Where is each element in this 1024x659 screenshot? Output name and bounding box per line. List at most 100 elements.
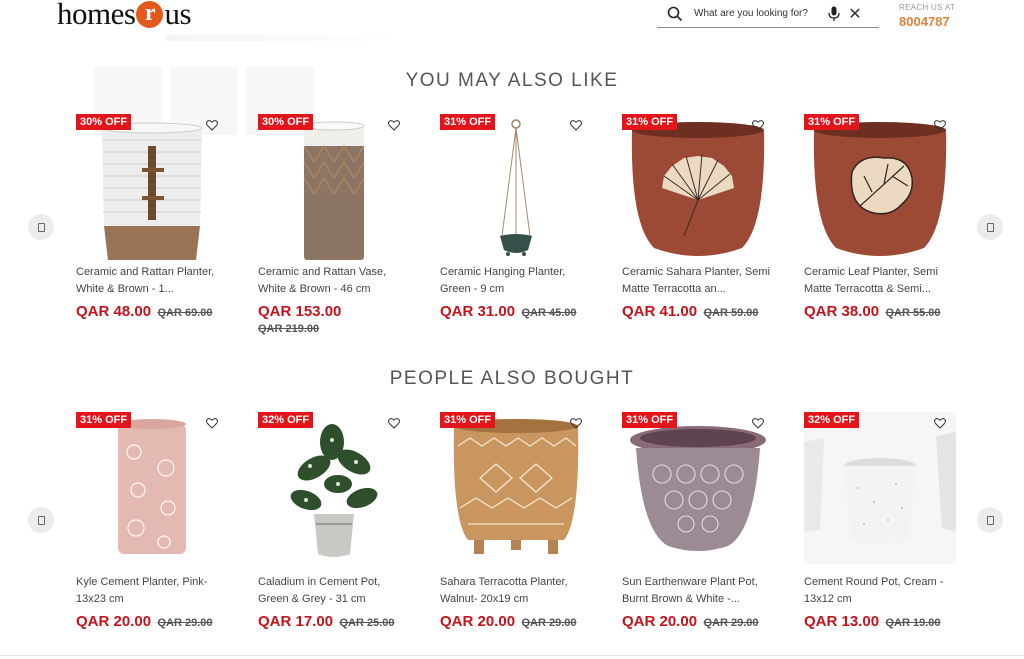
original-price: QAR 19.00 bbox=[885, 617, 941, 629]
discount-badge: 31% OFF bbox=[440, 412, 496, 428]
sale-price: QAR 13.00 bbox=[804, 613, 880, 630]
product-card[interactable]: 31% OFF Sun Earthenware Plant Pot, Burnt… bbox=[622, 412, 774, 631]
product-image[interactable]: 31% OFF bbox=[804, 114, 956, 264]
leaf-planter-image bbox=[813, 122, 947, 256]
price-row: QAR 38.00 QAR 55.00 bbox=[804, 304, 956, 321]
product-card[interactable]: 31% OFF Ceramic Leaf Planter, Semi Matte… bbox=[804, 114, 956, 321]
product-name[interactable]: Sun Earthenware Plant Pot, Burnt Brown &… bbox=[622, 574, 774, 608]
section-title-people-also-bought: PEOPLE ALSO BOUGHT bbox=[389, 368, 635, 389]
microphone-icon[interactable] bbox=[826, 6, 842, 22]
carousel-next-arrow[interactable] bbox=[977, 507, 1003, 533]
contact-block: REACH US AT 8004787 bbox=[899, 3, 955, 29]
wishlist-heart-icon[interactable] bbox=[388, 118, 400, 136]
discount-badge: 31% OFF bbox=[76, 412, 132, 428]
original-price: QAR 69.00 bbox=[157, 307, 213, 319]
cement-round-pot-image bbox=[804, 412, 956, 564]
search-icon[interactable] bbox=[667, 6, 689, 22]
wishlist-heart-icon[interactable] bbox=[206, 118, 218, 136]
product-card[interactable]: 31% OFF Sahara Terracotta Planter, Walnu… bbox=[440, 412, 592, 631]
arrow-icon bbox=[986, 222, 994, 232]
wishlist-heart-icon[interactable] bbox=[206, 416, 218, 434]
product-name[interactable]: Ceramic Sahara Planter, Semi Matte Terra… bbox=[622, 264, 774, 298]
site-header: homesrus ✕ REACH US AT 8004787 bbox=[0, 0, 1024, 41]
wishlist-heart-icon[interactable] bbox=[752, 416, 764, 434]
product-name[interactable]: Caladium in Cement Pot, Green & Grey - 3… bbox=[258, 574, 410, 608]
sale-price: QAR 20.00 bbox=[440, 613, 516, 630]
discount-badge: 31% OFF bbox=[440, 114, 496, 130]
price-row: QAR 17.00 QAR 25.00 bbox=[258, 614, 410, 631]
white-rattan-planter-image bbox=[101, 122, 203, 260]
sale-price: QAR 20.00 bbox=[76, 613, 152, 630]
sale-price: QAR 41.00 bbox=[622, 303, 698, 320]
discount-badge: 32% OFF bbox=[804, 412, 860, 428]
product-card[interactable]: 31% OFF Ceramic Sahara Planter, Semi Mat… bbox=[622, 114, 774, 321]
product-image[interactable]: 31% OFF bbox=[622, 412, 774, 564]
product-name[interactable]: Kyle Cement Planter, Pink- 13x23 cm bbox=[76, 574, 228, 608]
wishlist-heart-icon[interactable] bbox=[752, 118, 764, 136]
sale-price: QAR 31.00 bbox=[440, 303, 516, 320]
discount-badge: 31% OFF bbox=[622, 114, 678, 130]
phone-number[interactable]: 8004787 bbox=[899, 14, 955, 29]
original-price: QAR 29.00 bbox=[157, 617, 213, 629]
price-row: QAR 20.00 QAR 29.00 bbox=[440, 614, 592, 631]
price-row: QAR 31.00 QAR 45.00 bbox=[440, 304, 592, 321]
section-title-you-may-also-like: YOU MAY ALSO LIKE bbox=[405, 70, 619, 91]
product-card[interactable]: 31% OFF Ceramic Hanging Planter, Green -… bbox=[440, 114, 592, 321]
product-name[interactable]: Sahara Terracotta Planter, Walnut- 20x19… bbox=[440, 574, 592, 608]
discount-badge: 31% OFF bbox=[804, 114, 860, 130]
price-row: QAR 41.00 QAR 59.00 bbox=[622, 304, 774, 321]
sahara-terracotta-planter-image bbox=[453, 419, 579, 554]
search-input[interactable] bbox=[694, 8, 822, 19]
product-image[interactable]: 30% OFF bbox=[76, 114, 228, 264]
product-card[interactable]: 32% OFF Cement Round Pot, Cream - 13x12 … bbox=[804, 412, 956, 631]
product-name[interactable]: Ceramic and Rattan Planter, White & Brow… bbox=[76, 264, 228, 298]
product-image[interactable]: 31% OFF bbox=[622, 114, 774, 264]
product-card[interactable]: 31% OFF Kyle Cement Planter, Pink- 13x23… bbox=[76, 412, 228, 631]
original-price: QAR 45.00 bbox=[521, 307, 577, 319]
wishlist-heart-icon[interactable] bbox=[570, 118, 582, 136]
search-bar: ✕ bbox=[657, 0, 879, 28]
product-name[interactable]: Ceramic and Rattan Vase, White & Brown -… bbox=[258, 264, 410, 298]
discount-badge: 30% OFF bbox=[76, 114, 132, 130]
logo-text-us: us bbox=[164, 0, 192, 31]
sun-earthenware-pot-image bbox=[630, 426, 766, 551]
product-image[interactable]: 32% OFF bbox=[804, 412, 956, 564]
product-name[interactable]: Cement Round Pot, Cream - 13x12 cm bbox=[804, 574, 956, 608]
carousel-prev-arrow[interactable] bbox=[28, 507, 54, 533]
carousel-next-arrow[interactable] bbox=[977, 214, 1003, 240]
product-image[interactable]: 31% OFF bbox=[440, 114, 592, 264]
original-price: QAR 59.00 bbox=[703, 307, 759, 319]
discount-badge: 30% OFF bbox=[258, 114, 314, 130]
carousel-prev-arrow[interactable] bbox=[28, 214, 54, 240]
rattan-vase-image bbox=[303, 121, 365, 260]
reach-us-label: REACH US AT bbox=[899, 3, 956, 12]
product-image[interactable]: 31% OFF bbox=[440, 412, 592, 564]
product-image[interactable]: 31% OFF bbox=[76, 412, 228, 564]
original-price: QAR 29.00 bbox=[521, 617, 577, 629]
wishlist-heart-icon[interactable] bbox=[934, 118, 946, 136]
discount-badge: 32% OFF bbox=[258, 412, 314, 428]
wishlist-heart-icon[interactable] bbox=[388, 416, 400, 434]
product-card[interactable]: 32% OFF Caladium in Cement Pot, Green & … bbox=[258, 412, 410, 631]
price-row: QAR 153.00 QAR 219.00 bbox=[258, 304, 410, 337]
product-card[interactable]: 30% OFF Ceramic and Rattan Vase, White &… bbox=[258, 114, 410, 337]
pink-cement-planter-image bbox=[118, 419, 186, 554]
header-divider bbox=[166, 35, 406, 41]
original-price: QAR 25.00 bbox=[339, 617, 395, 629]
wishlist-heart-icon[interactable] bbox=[934, 416, 946, 434]
homesrus-logo[interactable]: homes r us bbox=[57, 0, 192, 32]
logo-text-homes: homes bbox=[57, 0, 136, 31]
wishlist-heart-icon[interactable] bbox=[570, 416, 582, 434]
sale-price: QAR 153.00 bbox=[258, 303, 342, 320]
arrow-icon bbox=[37, 222, 45, 232]
product-name[interactable]: Ceramic Hanging Planter, Green - 9 cm bbox=[440, 264, 592, 298]
original-price: QAR 219.00 bbox=[258, 323, 320, 335]
discount-badge: 31% OFF bbox=[622, 412, 678, 428]
sale-price: QAR 48.00 bbox=[76, 303, 152, 320]
product-image[interactable]: 30% OFF bbox=[258, 114, 410, 264]
product-image[interactable]: 32% OFF bbox=[258, 412, 410, 564]
product-name[interactable]: Ceramic Leaf Planter, Semi Matte Terraco… bbox=[804, 264, 956, 298]
close-icon[interactable]: ✕ bbox=[848, 4, 862, 24]
original-price: QAR 29.00 bbox=[703, 617, 759, 629]
product-card[interactable]: 30% OFF Ceramic and Rattan Planter, Whit… bbox=[76, 114, 228, 321]
